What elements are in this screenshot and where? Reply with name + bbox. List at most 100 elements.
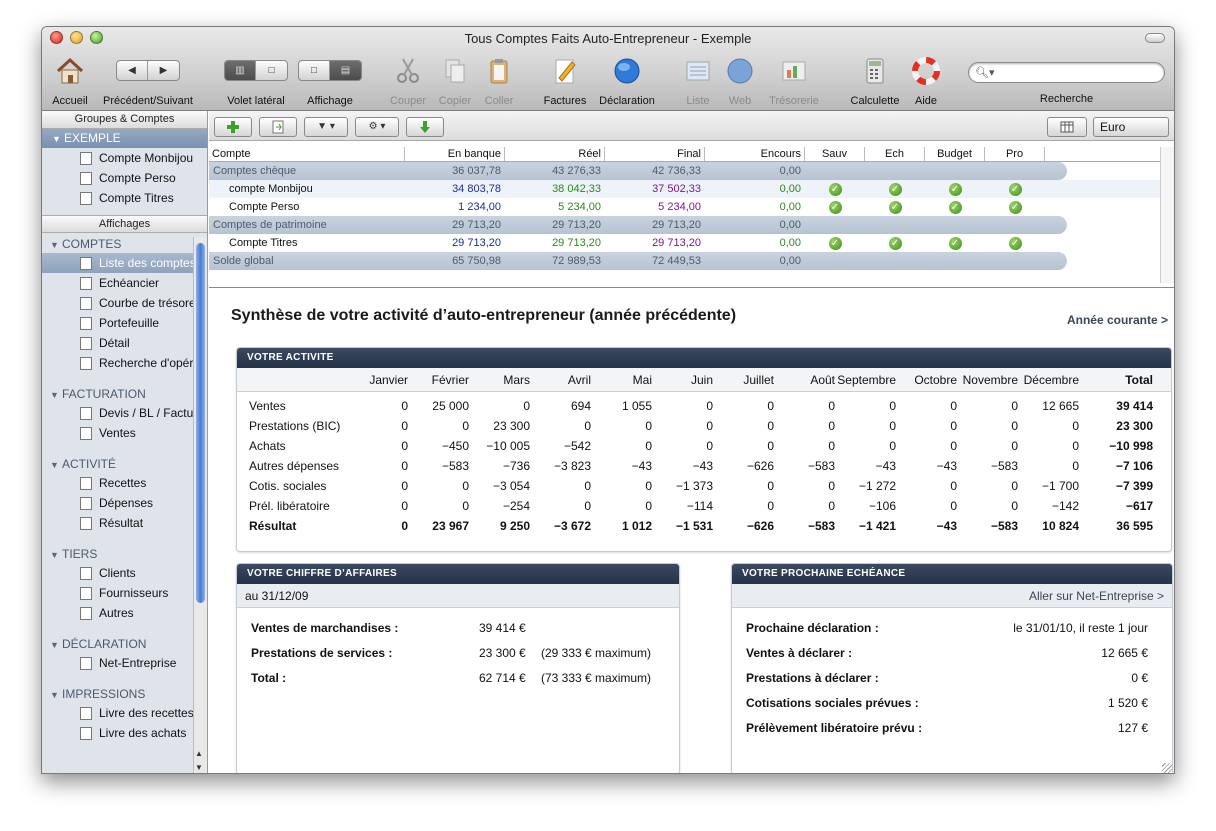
aide-button[interactable]: Aide — [908, 53, 944, 111]
sidebar-item[interactable]: Résultat — [42, 513, 207, 533]
accounts-scrollbar[interactable] — [1160, 147, 1174, 283]
couper-button[interactable]: Couper — [386, 53, 430, 111]
calculette-button[interactable]: Calculette — [845, 53, 905, 111]
affichage-control[interactable]: □ ▤ Affichage — [298, 53, 362, 111]
sidebar-account-item[interactable]: Compte Monbijou — [42, 148, 207, 168]
annee-courante-link[interactable]: Année courante > — [1067, 313, 1168, 327]
column-header[interactable]: Encours — [705, 147, 805, 161]
activity-row: Autres dépenses 0 −583 −736 −3 823 −43 −43 −626… — [249, 459, 1153, 473]
column-header[interactable]: Compte — [209, 147, 405, 161]
sidebar-item[interactable]: Autres — [42, 603, 207, 623]
accounts-table-header: Compte En banque Réel Final Encours Sauv Ech Bu… — [209, 147, 1161, 162]
columns-button[interactable] — [1047, 117, 1087, 137]
sidebar-account-item[interactable]: Compte Titres — [42, 188, 207, 208]
factures-label: Factures — [543, 95, 587, 107]
account-group-row[interactable]: Comptes chèque 36 037,78 43 276,33 42 736,3… — [209, 162, 1067, 180]
sidebar-group-header[interactable]: ▼ COMPTES — [42, 233, 207, 253]
sidebar-item[interactable]: Fournisseurs — [42, 583, 207, 603]
column-header[interactable]: Réel — [505, 147, 605, 161]
accueil-button[interactable]: Accueil — [48, 53, 92, 111]
accounts-table: Compte En banque Réel Final Encours Sauv Ech Bu… — [209, 147, 1161, 270]
view-single-icon[interactable]: □ — [299, 61, 330, 80]
column-header[interactable]: En banque — [405, 147, 505, 161]
sidebar-item[interactable]: Dépenses — [42, 493, 207, 513]
sidebar-on-icon[interactable]: ▥ — [225, 61, 256, 80]
forward-arrow-icon[interactable]: ▶ — [148, 61, 179, 80]
scroll-down-icon[interactable]: ▼ — [195, 763, 203, 772]
factures-button[interactable]: Factures — [536, 53, 594, 111]
scroll-thumb[interactable] — [196, 243, 205, 603]
month-header: Avril — [567, 373, 591, 387]
view-icon — [80, 727, 92, 740]
sidebar-group-header[interactable]: ▼ TIERS — [42, 543, 207, 563]
precedent-suivant-control[interactable]: ◀ ▶ Précédent/Suivant — [100, 53, 196, 111]
column-header[interactable]: Budget — [925, 147, 985, 161]
scroll-up-icon[interactable]: ▲ — [195, 749, 203, 758]
account-row[interactable]: Compte Titres 29 713,20 29 713,20 29 713,20… — [209, 234, 1161, 252]
search-input[interactable]: 🔍︎▾ — [968, 62, 1165, 83]
net-entreprise-link[interactable]: Aller sur Net-Entreprise > — [732, 584, 1172, 608]
disclosure-triangle-icon[interactable]: ▼ — [52, 130, 64, 149]
activite-panel: VOTRE ACTIVITE Janvier Février Mars Avril Ma… — [236, 347, 1172, 552]
title-bar: Tous Comptes Faits Auto-Entrepreneur - E… — [42, 27, 1174, 111]
web-button[interactable]: Web — [722, 53, 758, 111]
disclosure-triangle-icon[interactable]: ▼ — [50, 390, 62, 400]
download-button[interactable] — [406, 117, 444, 137]
disclosure-triangle-icon[interactable]: ▼ — [50, 690, 62, 700]
sidebar-item[interactable]: Ventes — [42, 423, 207, 443]
sidebar-off-icon[interactable]: □ — [256, 61, 287, 80]
column-header[interactable]: Ech — [865, 147, 925, 161]
import-button[interactable] — [259, 117, 297, 137]
sidebar-item[interactable]: Net-Entreprise — [42, 653, 207, 673]
disclosure-triangle-icon[interactable]: ▼ — [50, 640, 62, 650]
sidebar-item[interactable]: Courbe de trésorerie — [42, 293, 207, 313]
copier-button[interactable]: Copier — [435, 53, 475, 111]
column-header[interactable]: Final — [605, 147, 705, 161]
coller-button[interactable]: Coller — [479, 53, 519, 111]
sidebar-item[interactable]: Liste des comptes — [42, 253, 207, 273]
volet-lateral-control[interactable]: ▥ □ Volet latéral — [218, 53, 294, 111]
sidebar-group-exemple[interactable]: ▼ EXEMPLE — [42, 129, 207, 148]
sidebar-item[interactable]: Devis / BL / Factures — [42, 403, 207, 423]
column-header[interactable]: Sauv — [805, 147, 865, 161]
sidebar-item[interactable]: Livre des achats — [42, 723, 207, 743]
disclosure-triangle-icon[interactable]: ▼ — [50, 550, 62, 560]
account-row[interactable]: compte Monbijou 34 803,78 38 042,33 37 502,… — [209, 180, 1161, 198]
sidebar-item[interactable]: Clients — [42, 563, 207, 583]
resize-grip[interactable] — [1162, 763, 1172, 773]
account-group-row[interactable]: Comptes de patrimoine 29 713,20 29 713,20 2… — [209, 216, 1067, 234]
sidebar-account-item[interactable]: Compte Perso — [42, 168, 207, 188]
tresorerie-button[interactable]: Trésorerie — [764, 53, 824, 111]
add-account-button[interactable] — [214, 117, 252, 137]
currency-select[interactable]: Euro — [1093, 117, 1169, 137]
liste-label: Liste — [686, 95, 710, 107]
checkmark-icon: ✓ — [1008, 200, 1022, 214]
view-icon — [80, 497, 92, 510]
account-row[interactable]: Compte Perso 1 234,00 5 234,00 5 234,00 0,00… — [209, 198, 1161, 216]
sidebar-scrollbar[interactable]: ▲ ▼ — [193, 237, 207, 773]
view-split-icon[interactable]: ▤ — [330, 61, 361, 80]
sidebar-item[interactable]: Recherche d'opérations — [42, 353, 207, 373]
sidebar-group-header[interactable]: ▼ ACTIVITÉ — [42, 453, 207, 473]
disclosure-triangle-icon[interactable]: ▼ — [50, 460, 62, 470]
sidebar-item[interactable]: Portefeuille — [42, 313, 207, 333]
toolbar-toggle-button[interactable] — [1145, 33, 1165, 43]
affichages-header: Affichages — [42, 215, 207, 233]
sidebar-item[interactable]: Détail — [42, 333, 207, 353]
sidebar-group-header[interactable]: ▼ FACTURATION — [42, 383, 207, 403]
account-group-row[interactable]: Solde global 65 750,98 72 989,53 72 449,53 0… — [209, 252, 1067, 270]
column-header[interactable]: Pro — [985, 147, 1045, 161]
sidebar-group-header[interactable]: ▼ DÉCLARATION — [42, 633, 207, 653]
sidebar-item[interactable]: Recettes — [42, 473, 207, 493]
filter-dropdown-button[interactable]: ▼ ▾ — [304, 117, 348, 137]
disclosure-triangle-icon[interactable]: ▼ — [50, 240, 62, 250]
liste-button[interactable]: Liste — [678, 53, 718, 111]
sidebar-item[interactable]: Echéancier — [42, 273, 207, 293]
split-divider[interactable] — [209, 287, 1174, 288]
declaration-button[interactable]: Déclaration — [593, 53, 661, 111]
back-arrow-icon[interactable]: ◀ — [117, 61, 148, 80]
list-icon — [686, 61, 710, 81]
action-gear-button[interactable]: ⚙ ▾ — [355, 117, 399, 137]
sidebar-group-header[interactable]: ▼ IMPRESSIONS — [42, 683, 207, 703]
sidebar-item[interactable]: Livre des recettes — [42, 703, 207, 723]
